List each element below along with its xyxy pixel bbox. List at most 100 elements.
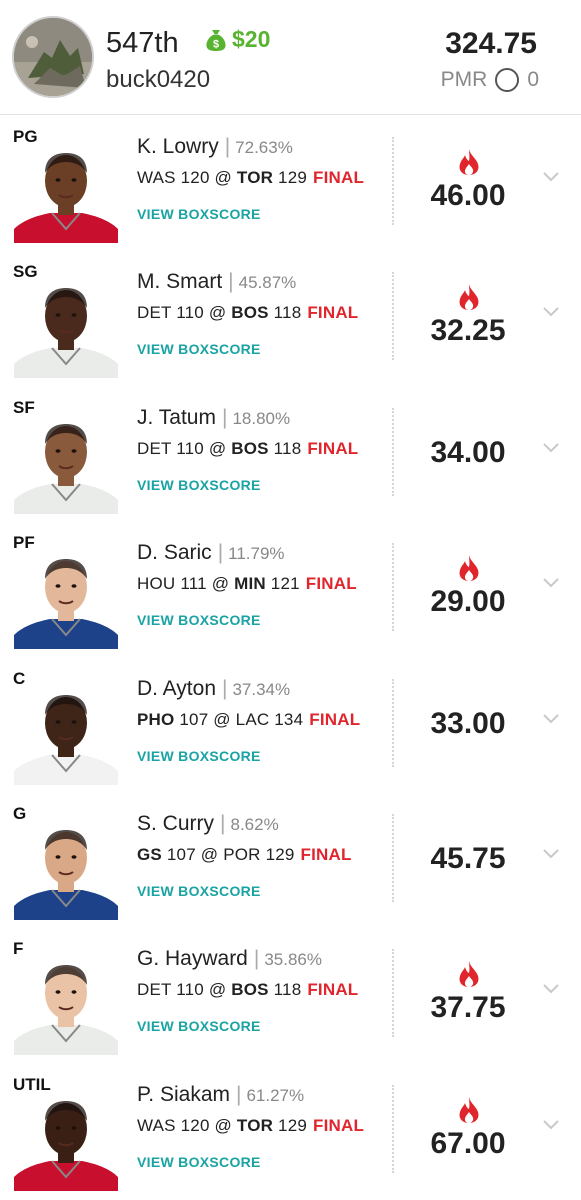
divider: | [253, 947, 260, 971]
ownership-percent: 37.34% [232, 679, 291, 699]
player-name-line: D. Ayton | 37.34% [137, 677, 290, 701]
player-row[interactable]: G S. Curry | 8.62% GS 107 @ POR 129 FINAL VIEW… [0, 791, 581, 920]
player-name: M. Smart [137, 270, 223, 294]
fantasy-points: 34.00 [430, 435, 506, 469]
away-team: DET [137, 980, 172, 1000]
player-photo [14, 1100, 118, 1191]
money-bag-icon: $ [206, 29, 226, 51]
divider [392, 407, 394, 496]
player-name: D. Saric [137, 541, 212, 565]
game-status: FINAL [305, 574, 357, 594]
player-name-line: D. Saric | 11.79% [137, 541, 285, 565]
ownership-percent: 45.87% [238, 273, 297, 293]
chevron-down-icon[interactable] [542, 306, 560, 318]
home-team: MIN [234, 574, 266, 594]
player-row[interactable]: PG K. Lowry | 72.63% WAS 120 @ TOR 129 FINAL V… [0, 115, 581, 243]
player-row[interactable]: C D. Ayton | 37.34% PHO 107 @ LAC 134 FINAL VI… [0, 656, 581, 785]
home-score: 129 [265, 844, 295, 864]
game-info: WAS 120 @ TOR 129 FINAL [137, 168, 365, 187]
view-boxscore-link[interactable]: VIEW BOXSCORE [137, 612, 261, 628]
divider: | [221, 405, 228, 429]
player-photo [14, 694, 118, 785]
game-info: DET 110 @ BOS 118 FINAL [137, 438, 359, 458]
away-team: WAS [137, 168, 176, 187]
pmr-indicator: PMR 0 [441, 68, 539, 92]
home-team: BOS [231, 303, 269, 323]
divider [392, 543, 394, 632]
away-score: 111 [180, 574, 207, 594]
ownership-percent: 72.63% [235, 138, 293, 157]
chevron-down-icon[interactable] [542, 983, 560, 995]
divider [392, 678, 394, 767]
view-boxscore-link[interactable]: VIEW BOXSCORE [137, 1154, 261, 1170]
entry-header: 547th $ $20 buck0420 324.75 PMR 0 [0, 0, 581, 115]
home-score: 118 [273, 438, 302, 458]
fantasy-points: 32.25 [430, 314, 506, 348]
away-team: DET [137, 303, 172, 323]
player-row[interactable]: F G. Hayward | 35.86% DET 110 @ BOS 118 FINAL… [0, 927, 581, 1056]
player-name: S. Curry [137, 811, 215, 835]
chevron-down-icon[interactable] [542, 848, 560, 860]
home-team: BOS [231, 438, 269, 458]
home-score: 134 [274, 709, 304, 729]
home-team: BOS [231, 980, 269, 1000]
view-boxscore-link[interactable]: VIEW BOXSCORE [137, 883, 261, 899]
player-photo [14, 829, 118, 920]
chevron-down-icon[interactable] [542, 577, 560, 589]
chevron-down-icon[interactable] [542, 442, 560, 454]
game-info: WAS 120 @ TOR 129 FINAL [137, 1115, 365, 1135]
view-boxscore-link[interactable]: VIEW BOXSCORE [137, 1018, 261, 1034]
home-score: 118 [273, 980, 302, 1000]
pmr-circle-icon [495, 68, 520, 92]
view-boxscore-link[interactable]: VIEW BOXSCORE [137, 206, 261, 222]
game-status: FINAL [313, 168, 365, 187]
player-name-line: G. Hayward | 35.86% [137, 947, 322, 971]
player-row[interactable]: SG M. Smart | 45.87% DET 110 @ BOS 118 FINAL V… [0, 250, 581, 379]
game-status: FINAL [309, 709, 361, 729]
home-score: 121 [270, 574, 300, 594]
fire-icon [459, 149, 479, 175]
away-team: PHO [137, 709, 175, 729]
divider [392, 813, 394, 902]
ownership-percent: 61.27% [246, 1085, 305, 1105]
away-score: 120 [180, 168, 210, 187]
player-row[interactable]: SF J. Tatum | 18.80% DET 110 @ BOS 118 FINAL V… [0, 385, 581, 514]
player-row[interactable]: PF D. Saric | 11.79% HOU 111 @ MIN 121 FINAL V… [0, 521, 581, 650]
view-boxscore-link[interactable]: VIEW BOXSCORE [137, 748, 261, 764]
chevron-down-icon[interactable] [542, 171, 560, 183]
fire-icon [459, 555, 479, 582]
divider: | [222, 676, 228, 700]
fire-icon [459, 1096, 479, 1123]
away-team: WAS [137, 1115, 176, 1135]
player-photo [14, 559, 118, 650]
away-team: GS [137, 844, 162, 864]
divider [392, 272, 394, 361]
player-photo [14, 288, 118, 379]
divider: | [220, 811, 226, 835]
chevron-down-icon[interactable] [542, 1119, 560, 1131]
divider: | [236, 1082, 242, 1106]
away-team: DET [137, 438, 172, 458]
username: buck0420 [106, 66, 211, 93]
fantasy-points: 33.00 [430, 706, 506, 740]
player-row[interactable]: UTIL P. Siakam | 61.27% WAS 120 @ TOR 129 FIN… [0, 1062, 581, 1191]
view-boxscore-link[interactable]: VIEW BOXSCORE [137, 477, 261, 493]
ownership-percent: 11.79% [228, 544, 285, 564]
chevron-down-icon[interactable] [542, 713, 560, 725]
fire-icon [459, 284, 479, 311]
view-boxscore-link[interactable]: VIEW BOXSCORE [137, 341, 261, 357]
home-team: TOR [236, 168, 274, 187]
user-avatar[interactable] [12, 16, 94, 98]
game-status: FINAL [300, 844, 352, 864]
player-name-line: M. Smart | 45.87% [137, 270, 296, 294]
ownership-percent: 18.80% [232, 408, 291, 428]
game-status: FINAL [307, 303, 359, 323]
fantasy-points: 37.75 [430, 991, 506, 1025]
home-team: LAC [235, 709, 270, 729]
game-status: FINAL [307, 980, 359, 1000]
entry-rank: 547th [106, 27, 179, 59]
player-name: D. Ayton [137, 676, 216, 700]
player-name-line: S. Curry | 8.62% [137, 812, 279, 836]
away-team: HOU [137, 574, 176, 594]
total-points: 324.75 [445, 27, 537, 60]
